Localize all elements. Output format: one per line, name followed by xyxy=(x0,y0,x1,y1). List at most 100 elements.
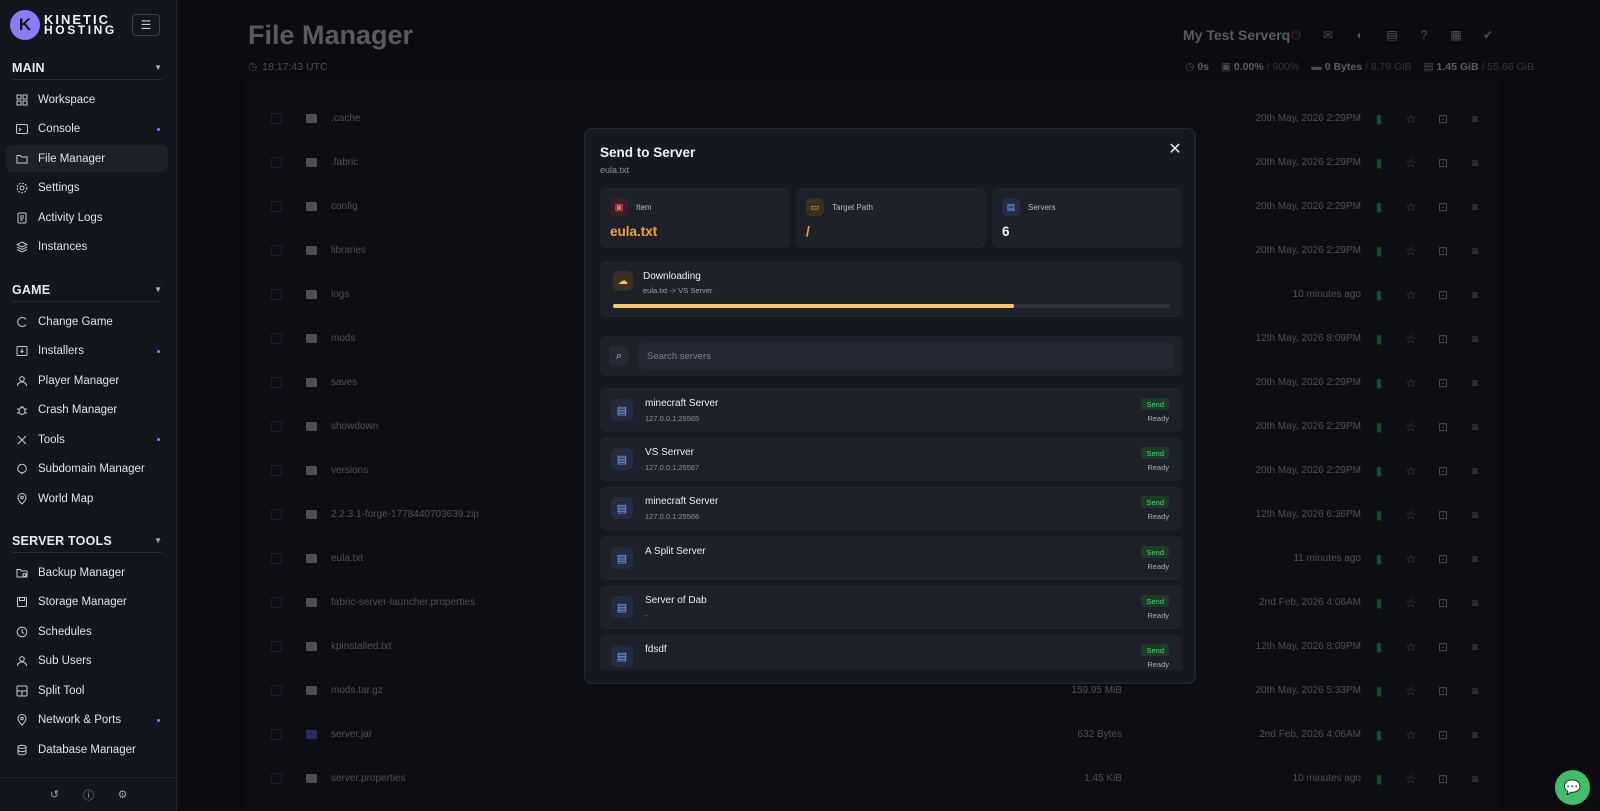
sidebar-item-database-manager[interactable]: Database Manager xyxy=(6,737,168,764)
list-item[interactable]: ▤ A Split Server Send Ready xyxy=(600,536,1182,580)
more-menu-icon[interactable]: ≡ xyxy=(1469,464,1481,478)
lock-icon[interactable]: ⊡ xyxy=(1437,156,1449,170)
row-checkbox[interactable] xyxy=(271,729,282,740)
more-menu-icon[interactable]: ≡ xyxy=(1469,596,1481,610)
send-server-icon[interactable]: ▮ xyxy=(1373,508,1385,522)
send-server-icon[interactable]: ▮ xyxy=(1373,112,1385,126)
send-server-icon[interactable]: ▮ xyxy=(1373,156,1385,170)
send-server-icon[interactable]: ▮ xyxy=(1373,552,1385,566)
sidebar-item-world-map[interactable]: World Map xyxy=(6,486,168,513)
row-checkbox[interactable] xyxy=(271,245,282,256)
send-server-icon[interactable]: ▮ xyxy=(1373,464,1385,478)
sidebar-item-workspace[interactable]: Workspace xyxy=(6,86,168,113)
sidebar-item-backup-manager[interactable]: Backup Manager xyxy=(6,559,168,586)
server-icon[interactable]: ▦ xyxy=(1449,28,1463,42)
star-icon[interactable]: ☆ xyxy=(1405,200,1417,214)
lock-icon[interactable]: ⊡ xyxy=(1437,728,1449,742)
brand-logo[interactable]: K KINETIC HOSTING xyxy=(10,10,117,40)
sidebar-item-change-game[interactable]: Change Game xyxy=(6,308,168,335)
list-item[interactable]: ▤ fdsdf Send Ready xyxy=(600,634,1182,670)
lock-icon[interactable]: ⊡ xyxy=(1437,464,1449,478)
star-icon[interactable]: ☆ xyxy=(1405,728,1417,742)
lock-icon[interactable]: ⊡ xyxy=(1437,332,1449,346)
more-menu-icon[interactable]: ≡ xyxy=(1469,420,1481,434)
star-icon[interactable]: ☆ xyxy=(1405,244,1417,258)
row-checkbox[interactable] xyxy=(271,773,282,784)
send-server-icon[interactable]: ▮ xyxy=(1373,332,1385,346)
search-input[interactable] xyxy=(638,343,1174,369)
lock-icon[interactable]: ⊡ xyxy=(1437,376,1449,390)
row-checkbox[interactable] xyxy=(271,157,282,168)
star-icon[interactable]: ☆ xyxy=(1405,376,1417,390)
send-button[interactable]: Send xyxy=(1141,546,1169,558)
row-checkbox[interactable] xyxy=(271,509,282,520)
sidebar-item-crash-manager[interactable]: Crash Manager xyxy=(6,397,168,424)
sidebar-item-installers[interactable]: Installers xyxy=(6,338,168,365)
star-icon[interactable]: ☆ xyxy=(1405,684,1417,698)
lock-icon[interactable]: ⊡ xyxy=(1437,200,1449,214)
more-menu-icon[interactable]: ≡ xyxy=(1469,772,1481,786)
gear-icon[interactable]: ⚙ xyxy=(115,787,131,803)
send-button[interactable]: Send xyxy=(1141,496,1169,508)
more-menu-icon[interactable]: ≡ xyxy=(1469,552,1481,566)
row-checkbox[interactable] xyxy=(271,685,282,696)
section-header-game[interactable]: GAME ▼ xyxy=(12,278,162,302)
more-menu-icon[interactable]: ≡ xyxy=(1469,156,1481,170)
more-menu-icon[interactable]: ≡ xyxy=(1469,332,1481,346)
section-header-main[interactable]: MAIN ▼ xyxy=(12,56,162,80)
lock-icon[interactable]: ⊡ xyxy=(1437,596,1449,610)
row-checkbox[interactable] xyxy=(271,201,282,212)
list-item[interactable]: ▤ minecraft Server 127.0.0.1:25566 Send … xyxy=(600,486,1182,530)
send-button[interactable]: Send xyxy=(1141,644,1169,656)
help-icon[interactable]: ? xyxy=(1417,28,1431,42)
table-row[interactable]: server.properties 1.45 KiB 10 minutes ago ▮… xyxy=(245,757,1498,801)
star-icon[interactable]: ☆ xyxy=(1405,156,1417,170)
close-button[interactable]: ✕ xyxy=(1165,139,1185,159)
list-item[interactable]: ▤ VS Serrver 127.0.0.1:25567 Send Ready xyxy=(600,437,1182,481)
sidebar-item-activity-logs[interactable]: Activity Logs xyxy=(6,204,168,231)
send-server-icon[interactable]: ▮ xyxy=(1373,684,1385,698)
more-menu-icon[interactable]: ≡ xyxy=(1469,508,1481,522)
lock-icon[interactable]: ⊡ xyxy=(1437,640,1449,654)
star-icon[interactable]: ☆ xyxy=(1405,464,1417,478)
row-checkbox[interactable] xyxy=(271,465,282,476)
star-icon[interactable]: ☆ xyxy=(1405,640,1417,654)
lock-icon[interactable]: ⊡ xyxy=(1437,420,1449,434)
send-server-icon[interactable]: ▮ xyxy=(1373,596,1385,610)
row-checkbox[interactable] xyxy=(271,641,282,652)
mail-icon[interactable]: ✉ xyxy=(1321,28,1335,42)
sidebar-item-console[interactable]: Console xyxy=(6,116,168,143)
card-icon[interactable]: ▤ xyxy=(1385,28,1399,42)
send-server-icon[interactable]: ▮ xyxy=(1373,728,1385,742)
send-server-icon[interactable]: ▮ xyxy=(1373,288,1385,302)
sidebar-item-player-manager[interactable]: Player Manager xyxy=(6,367,168,394)
more-menu-icon[interactable]: ≡ xyxy=(1469,728,1481,742)
chat-button[interactable]: 💬 xyxy=(1555,770,1590,805)
row-checkbox[interactable] xyxy=(271,421,282,432)
section-header-server-tools[interactable]: SERVER TOOLS ▼ xyxy=(12,529,162,553)
star-icon[interactable]: ☆ xyxy=(1405,112,1417,126)
more-menu-icon[interactable]: ≡ xyxy=(1469,640,1481,654)
list-item[interactable]: ▤ minecraft Server 127.0.0.1:25565 Send … xyxy=(600,388,1182,432)
sidebar-item-file-manager[interactable]: File Manager xyxy=(6,145,168,173)
row-checkbox[interactable] xyxy=(271,289,282,300)
history-icon[interactable]: ↺ xyxy=(47,787,63,803)
lock-icon[interactable]: ⊡ xyxy=(1437,508,1449,522)
sidebar-item-tools[interactable]: Tools xyxy=(6,426,168,453)
send-server-icon[interactable]: ▮ xyxy=(1373,200,1385,214)
more-menu-icon[interactable]: ≡ xyxy=(1469,376,1481,390)
more-menu-icon[interactable]: ≡ xyxy=(1469,288,1481,302)
more-menu-icon[interactable]: ≡ xyxy=(1469,684,1481,698)
star-icon[interactable]: ☆ xyxy=(1405,508,1417,522)
row-checkbox[interactable] xyxy=(271,333,282,344)
palette-icon[interactable]: ◐ xyxy=(1353,28,1367,42)
sidebar-item-storage-manager[interactable]: Storage Manager xyxy=(6,589,168,616)
row-checkbox[interactable] xyxy=(271,377,282,388)
more-menu-icon[interactable]: ≡ xyxy=(1469,200,1481,214)
lock-icon[interactable]: ⊡ xyxy=(1437,772,1449,786)
send-button[interactable]: Send xyxy=(1141,595,1169,607)
more-menu-icon[interactable]: ≡ xyxy=(1469,244,1481,258)
info-icon[interactable]: ⓘ xyxy=(81,787,97,803)
check-circle-icon[interactable]: ✔ xyxy=(1481,28,1495,42)
lock-icon[interactable]: ⊡ xyxy=(1437,684,1449,698)
